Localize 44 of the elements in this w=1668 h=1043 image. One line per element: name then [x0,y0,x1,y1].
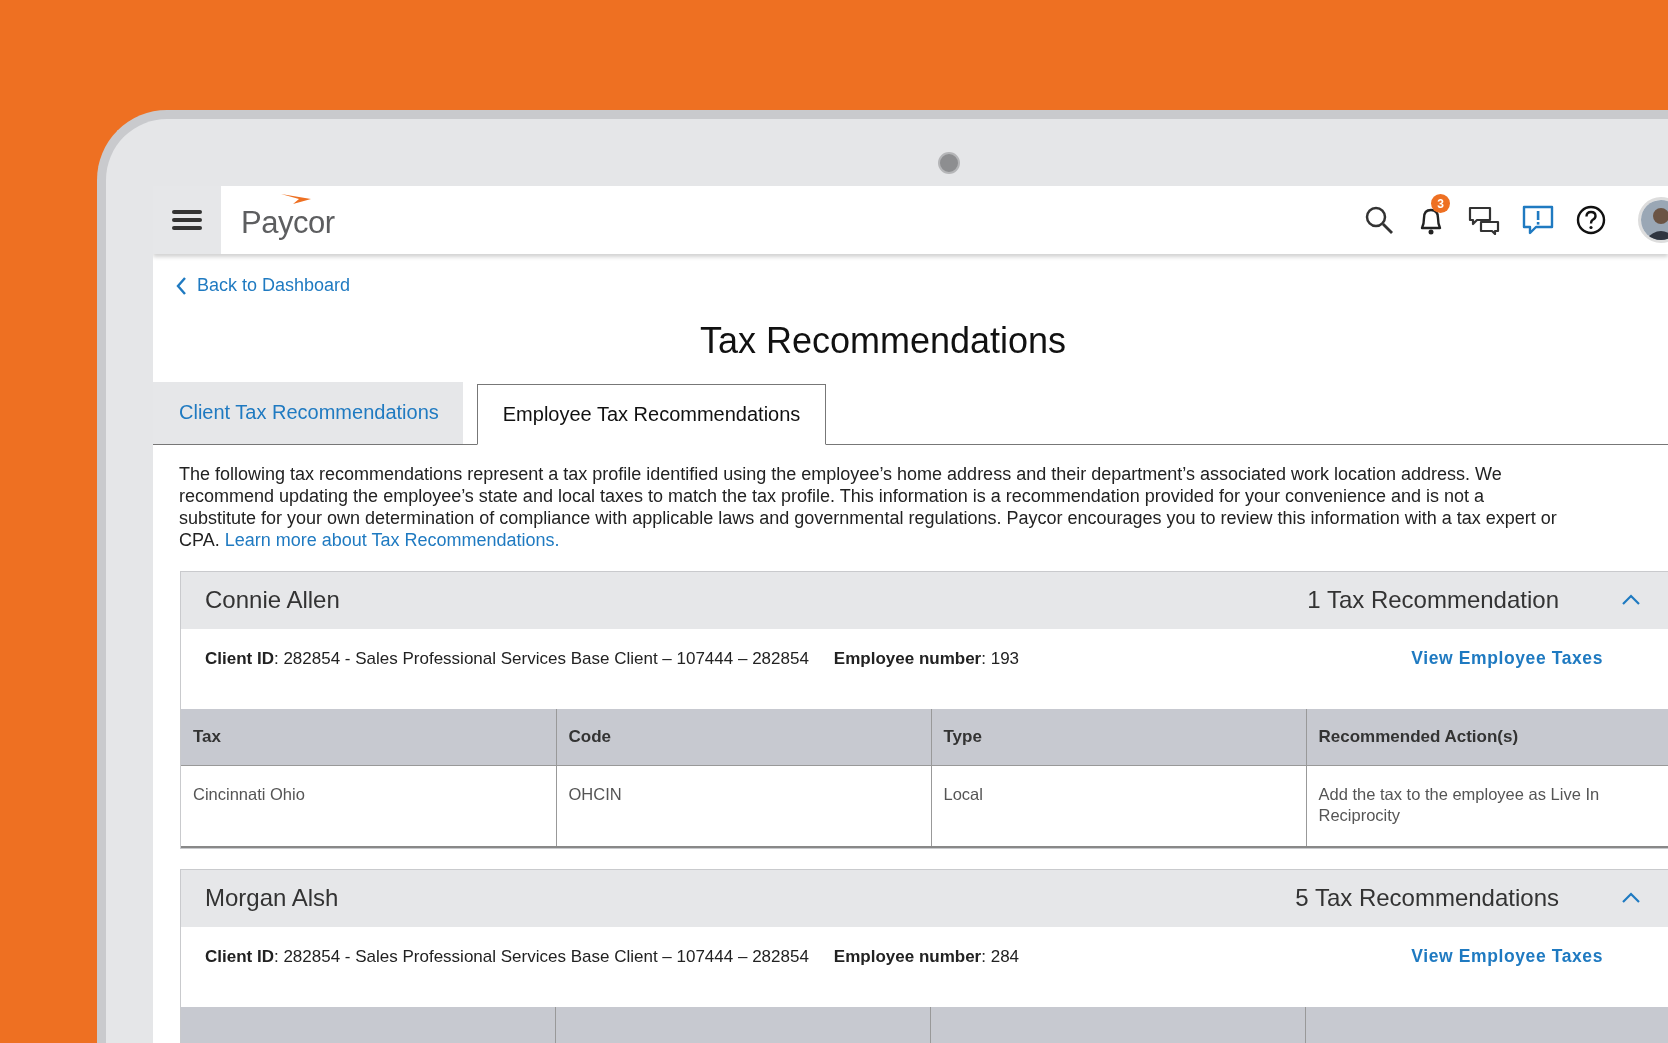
employee-number-text: Employee number: 193 [833,648,1020,669]
table-cell: Local [931,765,1306,847]
help-icon [1576,205,1606,235]
recommendation-count: 5 Tax Recommendations [1295,884,1559,913]
camera-icon [938,152,960,174]
chevron-icon [1621,594,1641,607]
collapse-button[interactable] [1621,594,1641,607]
employee-header[interactable]: Connie Allen 1 Tax Recommendation [181,571,1668,629]
column-header: Tax [181,708,556,766]
employee-number-text: Employee number: 284 [833,946,1020,967]
feedback-icon [1522,204,1554,236]
brand-name: Paycor [241,205,335,240]
help-button[interactable] [1576,205,1606,235]
recommendation-count: 1 Tax Recommendation [1307,586,1559,615]
learn-more-link[interactable]: Learn more about Tax Recommendations. [224,530,560,551]
table-cell: OHCIN [556,765,931,847]
back-link[interactable]: Back to Dashboard [175,275,351,296]
chevron-icon [1621,892,1641,905]
client-id-text: Client ID: 282854 - Sales Professional Services Base Client – 107444 – 282854 [205,946,809,967]
messages-button[interactable] [1468,205,1500,235]
view-employee-taxes-link[interactable]: View Employee Taxes [1411,648,1603,670]
back-chevron-icon [175,275,187,296]
notifications-button[interactable]: 3 [1416,194,1450,236]
table-cell: Cincinnati Ohio [181,765,556,847]
collapse-button[interactable] [1621,892,1641,905]
notification-badge: 3 [1431,194,1450,213]
description-text: The following tax recommendations represent a tax profile identified using the employee’s home address and their department’s associated work location address. We recommend updating the employee’s state and local taxes to match the tax profile. This information is a recommendation provided for your convenience and is not a substitute for your own determination of compliance with applicable laws and governmental regulations. Paycor encourages you to review this information with a tax expert or CPA. Learn more about Tax Recommendations. [179,462,1558,552]
chat-bubbles-icon [1468,205,1500,235]
table-cell: Add the tax to the employee as Live In Reciprocity [1306,765,1668,847]
column-header: Type [931,708,1306,766]
tab[interactable]: Client Tax Recommendations [153,381,463,444]
column-header: Recommended Action(s) [1306,708,1668,766]
employee-header[interactable]: Morgan Alsh 5 Tax Recommendations [181,869,1668,927]
search-button[interactable] [1364,205,1394,235]
view-employee-taxes-link[interactable]: View Employee Taxes [1411,946,1603,968]
column-header: Code [556,708,931,766]
feedback-button[interactable] [1522,204,1554,236]
search-icon [1364,205,1394,235]
tab[interactable]: Employee Tax Recommendations [476,383,827,445]
employee-name: Morgan Alsh [205,884,339,913]
page-title: Tax Recommendations [698,318,1068,362]
menu-icon [172,208,202,232]
employee-name: Connie Allen [205,586,340,615]
client-id-text: Client ID: 282854 - Sales Professional Services Base Client – 107444 – 282854 [205,648,809,669]
